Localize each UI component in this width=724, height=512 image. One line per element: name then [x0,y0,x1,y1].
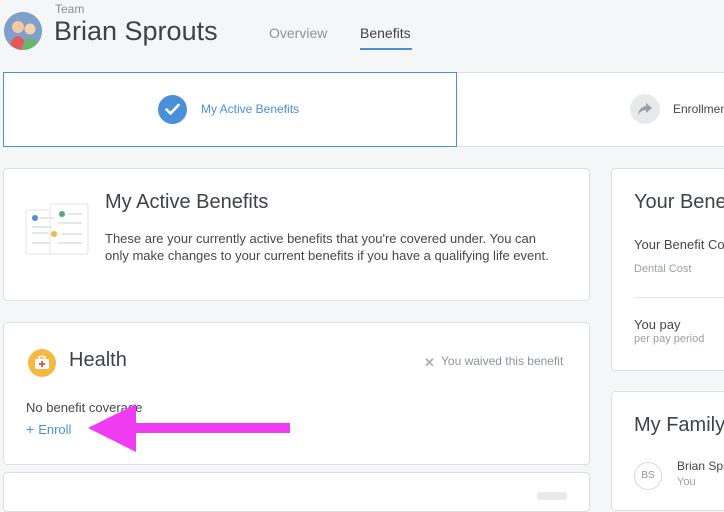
plus-icon: + [26,421,35,437]
step-bar: My Active Benefits Enrollment [3,72,724,147]
step-my-active-benefits[interactable]: My Active Benefits [3,72,457,147]
per-pay-period-label: per pay period [634,333,705,345]
step-active-label: My Active Benefits [201,102,300,116]
tab-overview[interactable]: Overview [269,25,327,41]
waived-status: You waived this benefit [441,354,564,368]
family-member-role: You [677,476,696,488]
step-enrollment[interactable]: Enrollment [673,102,724,116]
benefit-cost-card: Your Benefits Your Benefit Cost Dental C… [611,168,724,371]
family-card: My Family BS Brian Sprouts You [611,391,724,511]
next-benefit-card [3,472,590,512]
active-tab-indicator [360,48,412,50]
family-card-title: My Family [634,414,724,436]
avatar: BS [634,462,662,490]
intro-description: These are your currently active benefits… [105,231,549,263]
team-avatar [4,12,42,50]
family-member-name: Brian Sprouts [677,459,724,473]
medical-kit-icon [28,349,56,377]
enroll-link[interactable]: + Enroll [26,421,71,437]
you-pay-label: You pay [634,317,681,332]
benefits-document-illustration [24,202,90,260]
check-icon [158,95,187,124]
share-arrow-icon [630,94,660,124]
tab-benefits[interactable]: Benefits [360,25,411,41]
intro-card: My Active Benefits These are your curren… [3,168,590,301]
close-icon: ✕ [424,355,435,370]
cost-card-title: Your Benefits [634,191,724,213]
divider [634,297,724,298]
team-label: Team [55,2,85,16]
intro-title: My Active Benefits [105,191,269,213]
enroll-label: Enroll [38,422,72,437]
annotation-arrow-icon [88,404,290,452]
benefit-cost-label: Your Benefit Cost [634,237,724,252]
dental-cost-label: Dental Cost [634,263,692,275]
page-header: Team Brian Sprouts Overview Benefits [0,0,724,62]
card-action-button[interactable] [537,492,567,500]
health-title: Health [69,349,127,371]
page-title: Brian Sprouts [54,16,218,46]
